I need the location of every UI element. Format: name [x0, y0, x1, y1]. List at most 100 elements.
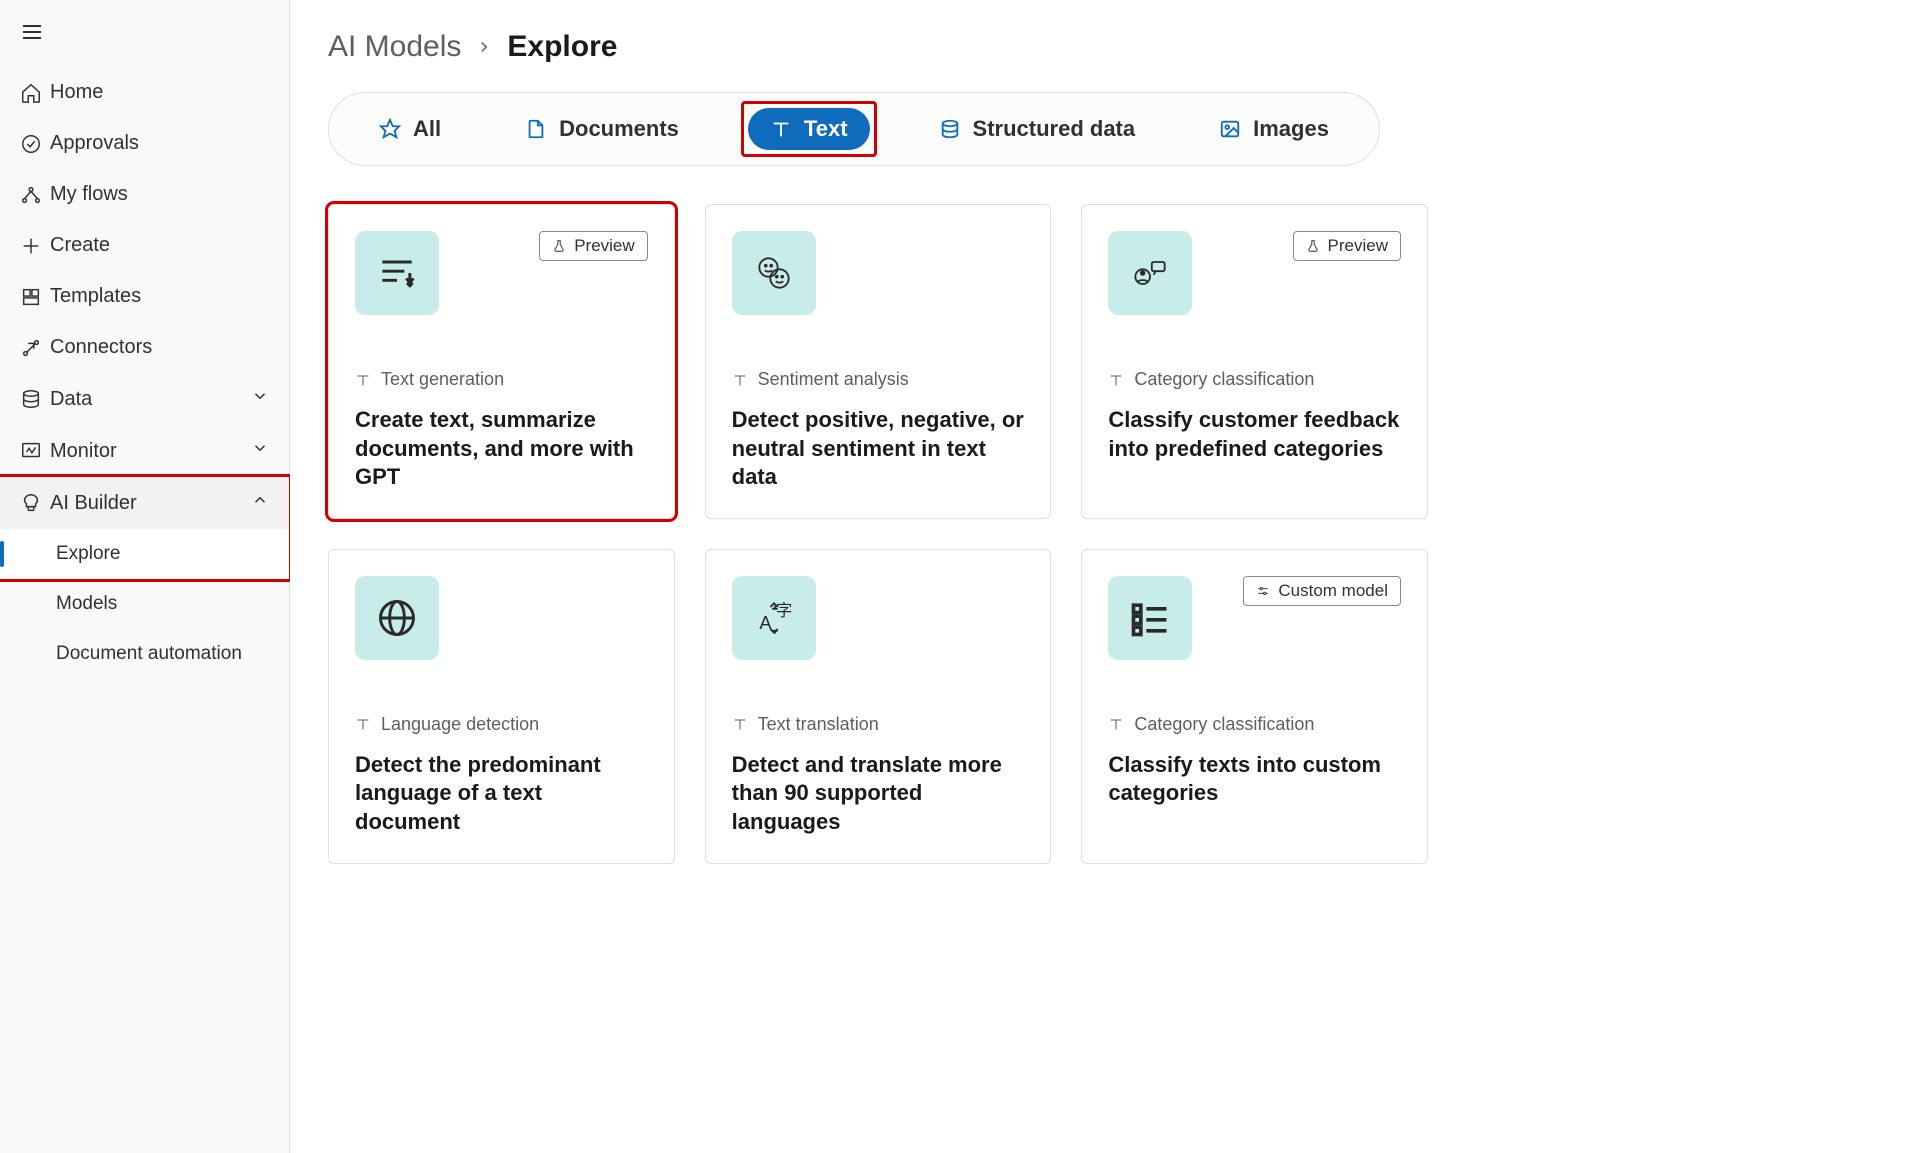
plus-icon — [20, 235, 50, 257]
sidebar-label: Templates — [50, 285, 269, 308]
card-category: Text generation — [355, 369, 648, 390]
document-icon — [525, 118, 547, 140]
highlight-box-sidebar: AI Builder Explore — [0, 474, 292, 582]
svg-text:字: 字 — [775, 601, 792, 620]
card-category: Category classification — [1108, 369, 1401, 390]
card-title: Detect positive, negative, or neutral se… — [732, 406, 1025, 492]
filter-bar: All Documents Text Structured data Image… — [328, 92, 1380, 166]
sliders-icon — [1256, 584, 1270, 598]
myflows-icon — [20, 184, 50, 206]
globe-icon — [355, 576, 439, 660]
preview-badge: Preview — [1293, 231, 1401, 261]
card-custom-classification[interactable]: Custom model Category classification Cla… — [1081, 549, 1428, 864]
sidebar-label: Approvals — [50, 132, 269, 155]
connectors-icon — [20, 337, 50, 359]
sidebar-sub-explore[interactable]: Explore — [0, 529, 289, 579]
sidebar-item-create[interactable]: Create — [0, 220, 289, 271]
sidebar-item-templates[interactable]: Templates — [0, 271, 289, 322]
hamburger-icon[interactable] — [0, 8, 289, 67]
flask-icon — [552, 239, 566, 253]
sentiment-icon — [732, 231, 816, 315]
sidebar: Home Approvals My flows Create Templates… — [0, 0, 290, 1153]
card-category: Category classification — [1108, 714, 1401, 735]
sidebar-sub-docauto[interactable]: Document automation — [0, 629, 289, 679]
sub-label: Document automation — [56, 643, 269, 665]
sidebar-label: Data — [50, 388, 251, 411]
sidebar-label: Connectors — [50, 336, 269, 359]
sidebar-label: AI Builder — [50, 492, 251, 515]
database-icon — [939, 118, 961, 140]
text-icon — [1108, 716, 1124, 732]
filter-label: All — [413, 116, 441, 142]
filter-structured[interactable]: Structured data — [917, 108, 1158, 150]
breadcrumb-current: Explore — [507, 30, 617, 64]
sub-label: Models — [56, 593, 269, 615]
card-title: Create text, summarize documents, and mo… — [355, 406, 648, 492]
badge-label: Preview — [1328, 236, 1388, 256]
filter-text[interactable]: Text — [748, 108, 870, 150]
breadcrumb: AI Models Explore — [328, 30, 1888, 64]
filter-label: Structured data — [973, 116, 1136, 142]
text-icon — [732, 372, 748, 388]
text-icon — [770, 118, 792, 140]
sidebar-sub-models[interactable]: Models — [0, 579, 289, 629]
card-category-classification[interactable]: Preview Category classification Classify… — [1081, 204, 1428, 519]
sidebar-label: My flows — [50, 183, 269, 206]
main-content: AI Models Explore All Documents Text Str… — [290, 0, 1926, 1153]
sidebar-item-data[interactable]: Data — [0, 373, 289, 425]
home-icon — [20, 82, 50, 104]
text-icon — [732, 716, 748, 732]
filter-label: Images — [1253, 116, 1329, 142]
card-text-translation[interactable]: A字 Text translation Detect and translate… — [705, 549, 1052, 864]
badge-label: Preview — [574, 236, 634, 256]
chevron-down-icon — [251, 387, 269, 411]
translate-icon: A字 — [732, 576, 816, 660]
templates-icon — [20, 286, 50, 308]
card-category: Sentiment analysis — [732, 369, 1025, 390]
text-icon — [355, 372, 371, 388]
star-icon — [379, 118, 401, 140]
preview-badge: Preview — [539, 231, 647, 261]
card-grid: Preview Text generation Create text, sum… — [328, 204, 1428, 864]
highlight-box-filter: Text — [741, 101, 877, 157]
card-title: Detect the predominant language of a tex… — [355, 751, 648, 837]
sidebar-item-monitor[interactable]: Monitor — [0, 425, 289, 477]
card-sentiment[interactable]: Sentiment analysis Detect positive, nega… — [705, 204, 1052, 519]
filter-documents[interactable]: Documents — [503, 108, 701, 150]
filter-label: Text — [804, 116, 848, 142]
text-icon — [355, 716, 371, 732]
category-icon — [1108, 231, 1192, 315]
chevron-up-icon — [251, 491, 269, 515]
card-text-generation[interactable]: Preview Text generation Create text, sum… — [328, 204, 675, 519]
chevron-right-icon — [475, 30, 493, 64]
card-category: Text translation — [732, 714, 1025, 735]
sidebar-label: Create — [50, 234, 269, 257]
approvals-icon — [20, 133, 50, 155]
filter-images[interactable]: Images — [1197, 108, 1351, 150]
badge-label: Custom model — [1278, 581, 1388, 601]
card-category: Language detection — [355, 714, 648, 735]
card-language-detection[interactable]: Language detection Detect the predominan… — [328, 549, 675, 864]
filter-all[interactable]: All — [357, 108, 463, 150]
sidebar-item-connectors[interactable]: Connectors — [0, 322, 289, 373]
monitor-icon — [20, 440, 50, 462]
sidebar-item-approvals[interactable]: Approvals — [0, 118, 289, 169]
custom-model-badge: Custom model — [1243, 576, 1401, 606]
sidebar-item-home[interactable]: Home — [0, 67, 289, 118]
card-title: Detect and translate more than 90 suppor… — [732, 751, 1025, 837]
text-gen-icon — [355, 231, 439, 315]
sidebar-item-myflows[interactable]: My flows — [0, 169, 289, 220]
sidebar-label: Monitor — [50, 440, 251, 463]
card-title: Classify texts into custom categories — [1108, 751, 1401, 808]
sub-label: Explore — [56, 543, 269, 565]
aibuilder-icon — [20, 492, 50, 514]
sidebar-label: Home — [50, 81, 269, 104]
flask-icon — [1306, 239, 1320, 253]
database-icon — [20, 388, 50, 410]
list-icon — [1108, 576, 1192, 660]
image-icon — [1219, 118, 1241, 140]
text-icon — [1108, 372, 1124, 388]
breadcrumb-parent[interactable]: AI Models — [328, 30, 461, 64]
sidebar-item-aibuilder[interactable]: AI Builder — [0, 477, 289, 529]
filter-label: Documents — [559, 116, 679, 142]
